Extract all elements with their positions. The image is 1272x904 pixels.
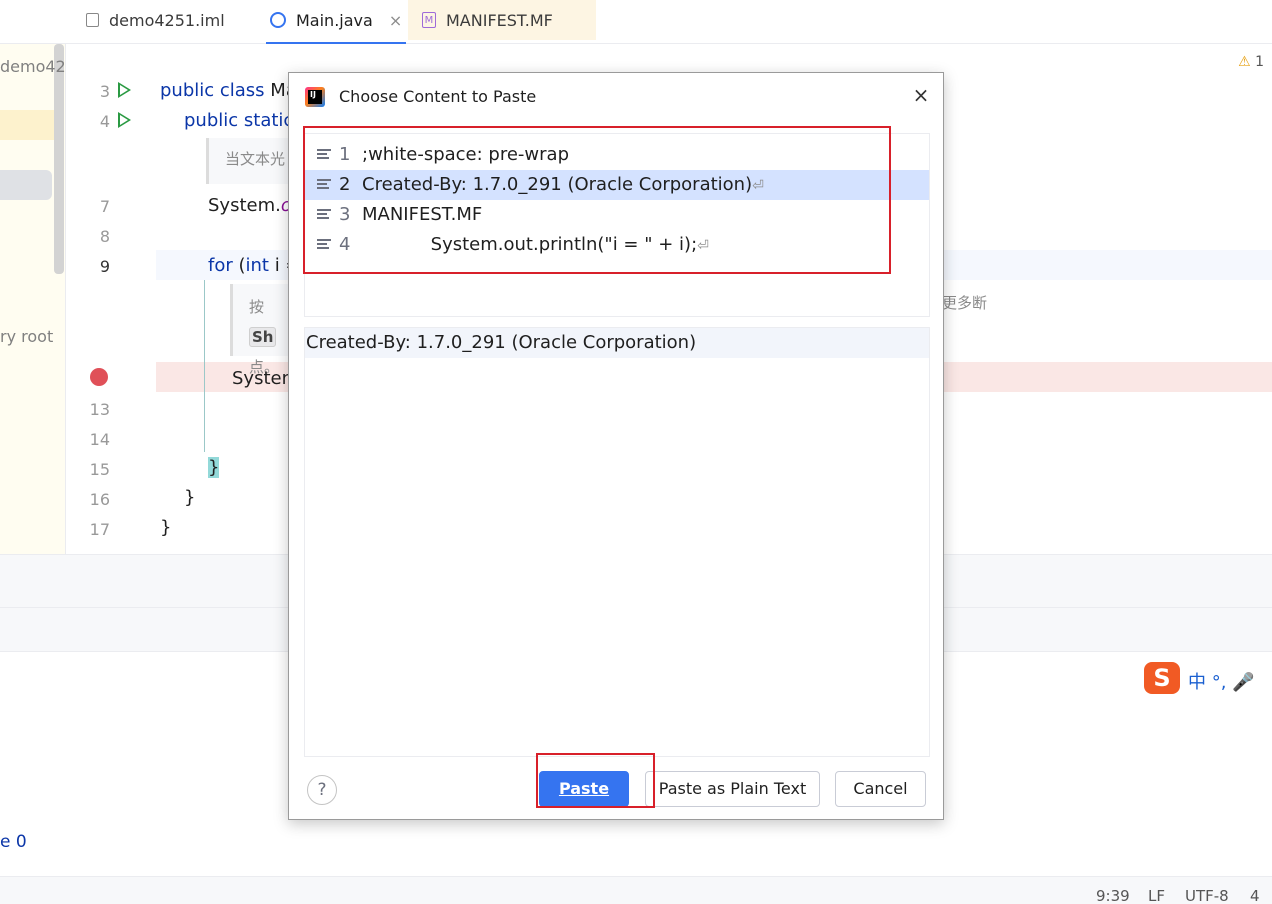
- line-number: 14: [89, 430, 110, 449]
- sogou-logo-icon: S: [1144, 662, 1180, 694]
- preview-text: Created-By: 1.7.0_291 (Oracle Corporatio…: [305, 328, 929, 358]
- line-number: 3: [99, 82, 110, 101]
- tab-label: MANIFEST.MF: [446, 10, 553, 30]
- content-preview[interactable]: Created-By: 1.7.0_291 (Oracle Corporatio…: [304, 327, 930, 757]
- code-line-3: public class Ma: [160, 80, 297, 101]
- project-scrollbar[interactable]: [54, 44, 64, 274]
- tab-label: Main.java: [296, 10, 373, 30]
- indent-setting[interactable]: 4 s: [1250, 887, 1272, 904]
- line-number: 17: [89, 520, 110, 539]
- java-class-icon: [270, 12, 286, 28]
- annotation-highlight-box: [536, 753, 655, 808]
- tab-demo4251-iml[interactable]: demo4251.iml: [86, 0, 225, 40]
- code-line-17: }: [160, 517, 172, 538]
- editor-gutter: 3 4 7 8 9 13 14 15 16 17: [66, 44, 156, 554]
- caret-position[interactable]: 9:39: [1096, 887, 1130, 904]
- line-number: 13: [89, 400, 110, 419]
- doc-comment-tail: 更多断: [942, 294, 988, 312]
- annotation-highlight-box: [303, 126, 891, 274]
- line-number: 9: [99, 257, 110, 276]
- status-bar: 9:39 LF UTF-8 4 s: [0, 876, 1272, 904]
- tab-main-java[interactable]: Main.java ×: [265, 0, 407, 44]
- code-line-7: System.o: [208, 195, 292, 216]
- editor-tab-bar: demo4251.iml Main.java × M MANIFEST.MF: [0, 0, 1272, 44]
- ide-window: demo4251.iml Main.java × M MANIFEST.MF d…: [0, 0, 1272, 904]
- inspection-widget[interactable]: ⚠ 1: [1238, 54, 1264, 70]
- code-line-9: for (int i =: [208, 255, 301, 276]
- run-icon[interactable]: [118, 112, 131, 128]
- tab-label: demo4251.iml: [109, 10, 225, 30]
- project-tree-selected-row[interactable]: [0, 170, 52, 200]
- console-fragment: e 0: [0, 832, 27, 852]
- line-number: 16: [89, 490, 110, 509]
- line-number: 8: [99, 227, 110, 246]
- paste-as-plain-text-button[interactable]: Paste as Plain Text: [645, 771, 820, 807]
- line-number: 7: [99, 197, 110, 216]
- line-number: 15: [89, 460, 110, 479]
- dialog-title: Choose Content to Paste: [339, 87, 537, 106]
- library-root-node[interactable]: ry root: [0, 327, 53, 346]
- file-icon: [86, 13, 99, 27]
- warning-icon: ⚠: [1238, 54, 1251, 70]
- help-button[interactable]: ?: [307, 775, 337, 805]
- doc-comment: 当文本光: [206, 138, 296, 184]
- project-panel: demo425 ry root: [0, 44, 76, 554]
- close-icon[interactable]: ×: [909, 83, 933, 107]
- doc-comment: 按 Sh 点。: [230, 284, 290, 376]
- close-tab-icon[interactable]: ×: [389, 11, 402, 30]
- code-line-4: public static: [184, 110, 294, 131]
- ime-toolbar[interactable]: S 中 °, 🎤: [1142, 660, 1272, 696]
- intellij-logo-icon: IJ: [305, 87, 325, 107]
- run-icon[interactable]: [118, 82, 131, 98]
- code-line-15: }: [208, 457, 220, 478]
- line-number: 4: [99, 112, 110, 131]
- project-node[interactable]: demo425: [0, 57, 76, 76]
- ime-status: 中 °, 🎤: [1188, 672, 1255, 693]
- keyboard-key-badge: Sh: [249, 327, 277, 347]
- line-ending[interactable]: LF: [1148, 887, 1165, 904]
- code-line-12: Systen: [232, 368, 293, 389]
- breakpoint-icon[interactable]: [90, 368, 108, 386]
- manifest-icon: M: [422, 12, 436, 28]
- choose-content-dialog: IJ Choose Content to Paste × 1 ;white-sp…: [288, 72, 944, 820]
- tab-manifest-mf[interactable]: M MANIFEST.MF: [408, 0, 596, 40]
- file-encoding[interactable]: UTF-8: [1185, 887, 1229, 904]
- code-line-16: }: [184, 487, 196, 508]
- cancel-button[interactable]: Cancel: [835, 771, 926, 807]
